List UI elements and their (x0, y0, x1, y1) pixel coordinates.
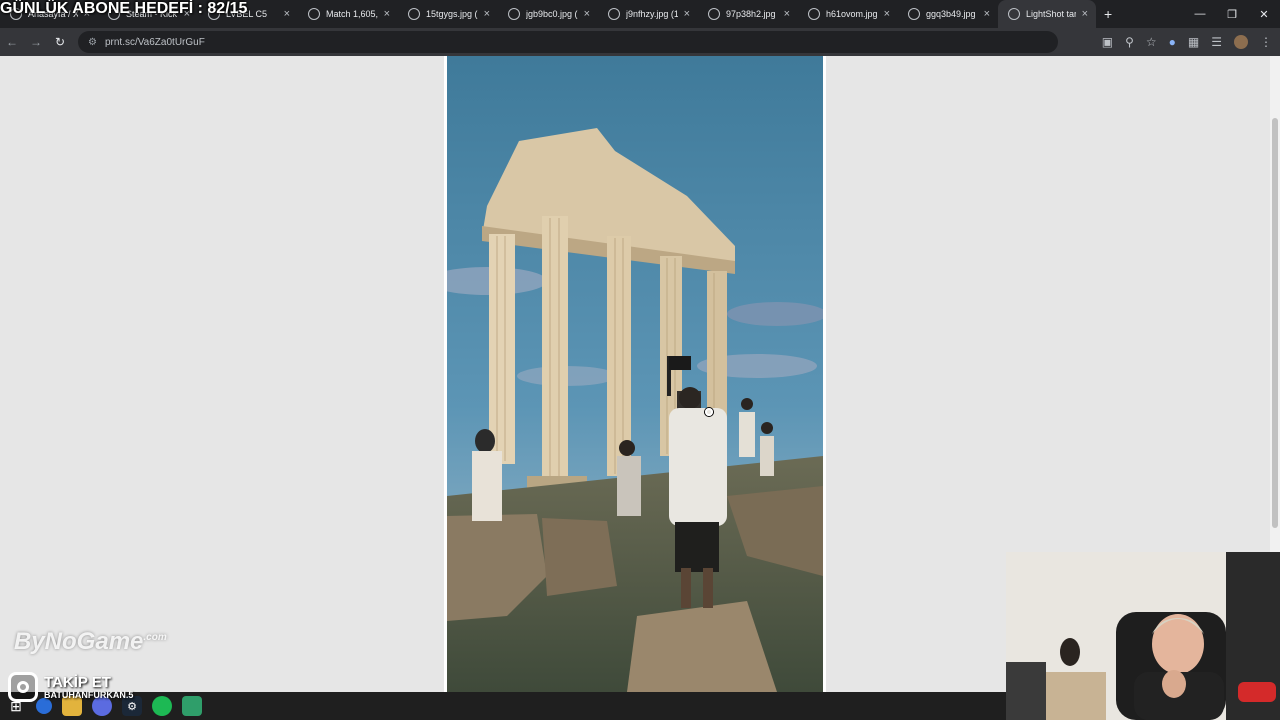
tab-close-icon[interactable]: × (684, 8, 690, 20)
tab-close-icon[interactable]: × (784, 8, 790, 20)
tab-favicon-icon (608, 8, 620, 20)
tab-10[interactable]: LightShot tara × (998, 0, 1096, 28)
tab-4[interactable]: 15tgygs.jpg (1 × (398, 0, 498, 28)
close-window-icon[interactable]: ✕ (1248, 8, 1280, 21)
tab-3[interactable]: Match 1,605,0 × (298, 0, 398, 28)
profile-avatar[interactable] (1234, 35, 1248, 49)
watermark-suffix: .com (143, 632, 167, 643)
tab-close-icon[interactable]: × (884, 8, 890, 20)
window-controls: — ❐ ✕ (1184, 0, 1280, 28)
tab-favicon-icon (908, 8, 920, 20)
streamer-webcam-image (1006, 552, 1280, 720)
tab-close-icon[interactable]: × (984, 8, 990, 20)
tab-favicon-icon (508, 8, 520, 20)
scrollbar-thumb[interactable] (1272, 118, 1278, 528)
tab-favicon-icon (408, 8, 420, 20)
app-icon[interactable] (182, 696, 202, 716)
bynogame-watermark: ByNoGame.com (14, 628, 167, 656)
menu-icon[interactable]: ⋮ (1260, 35, 1272, 49)
forward-arrow-icon[interactable]: → (24, 35, 48, 49)
restore-icon[interactable]: ❐ (1216, 8, 1248, 21)
media-icon[interactable]: ☰ (1211, 35, 1222, 49)
tab-close-icon[interactable]: × (484, 8, 490, 20)
follow-label: TAKİP ET (44, 673, 111, 691)
tune-icon[interactable]: ⚙ (88, 37, 97, 48)
minimize-icon[interactable]: — (1184, 8, 1216, 20)
star-icon[interactable]: ☆ (1146, 35, 1157, 49)
url-text: prnt.sc/Va6Za0tUrGuF (104, 36, 205, 48)
new-tab-button[interactable]: + (1096, 6, 1120, 22)
webcam-overlay (1006, 552, 1280, 720)
tab-close-icon[interactable]: × (584, 8, 590, 20)
instagram-icon (8, 672, 38, 702)
tab-favicon-icon (808, 8, 820, 20)
tab-8[interactable]: h61ovom.jpg ( × (798, 0, 898, 28)
tab-close-icon[interactable]: × (284, 8, 290, 20)
back-arrow-icon[interactable]: ← (0, 35, 24, 49)
tab-favicon-icon (308, 8, 320, 20)
mouse-cursor-icon (705, 408, 713, 416)
install-app-icon[interactable]: ▣ (1102, 35, 1113, 49)
tab-favicon-icon (1008, 8, 1020, 20)
temple-photo (447, 56, 823, 692)
tab-5[interactable]: jgb9bc0.jpg (1 × (498, 0, 598, 28)
puzzle-icon[interactable]: ▦ (1188, 35, 1199, 49)
watermark-text: ByNoGame (14, 628, 144, 655)
tab-title: 97p38h2.jpg (1 (726, 9, 778, 19)
tab-favicon-icon (708, 8, 720, 20)
zoom-icon[interactable]: ⚲ (1125, 35, 1134, 49)
tab-title: Match 1,605,0 (326, 9, 378, 19)
tab-close-icon[interactable]: × (384, 8, 390, 20)
browser-toolbar: ← → ↻ ⚙ prnt.sc/Va6Za0tUrGuF ▣ ⚲ ☆ ● ▦ ☰… (0, 28, 1280, 56)
tab-title: jgb9bc0.jpg (1 (526, 9, 578, 19)
tab-title: j9nfhzy.jpg (1 (626, 9, 678, 19)
tab-9[interactable]: ggq3b49.jpg ( × (898, 0, 998, 28)
instagram-follow-overlay: TAKİP ET BATUHANFURKAN.5 (8, 672, 133, 702)
tab-title: h61ovom.jpg ( (826, 9, 878, 19)
tab-title: 15tgygs.jpg (1 (426, 9, 478, 19)
screenshot-frame (444, 56, 826, 692)
tab-6[interactable]: j9nfhzy.jpg (1 × (598, 0, 698, 28)
subscriber-goal-overlay: GÜNLÜK ABONE HEDEFİ : 82/15 (0, 0, 248, 17)
tab-close-icon[interactable]: × (1082, 8, 1088, 20)
spotify-icon[interactable] (152, 696, 172, 716)
extension-active-icon[interactable]: ● (1169, 35, 1176, 49)
tab-title: LightShot tara (1026, 9, 1076, 19)
address-bar[interactable]: ⚙ prnt.sc/Va6Za0tUrGuF (78, 31, 1058, 53)
taskbar: ⊞ ⚙ (0, 692, 1006, 720)
instagram-handle: BATUHANFURKAN.5 (44, 689, 134, 700)
tab-title: ggq3b49.jpg ( (926, 9, 978, 19)
tab-7[interactable]: 97p38h2.jpg (1 × (698, 0, 798, 28)
toolbar-actions: ▣ ⚲ ☆ ● ▦ ☰ ⋮ (1102, 28, 1272, 56)
reload-icon[interactable]: ↻ (48, 35, 72, 49)
